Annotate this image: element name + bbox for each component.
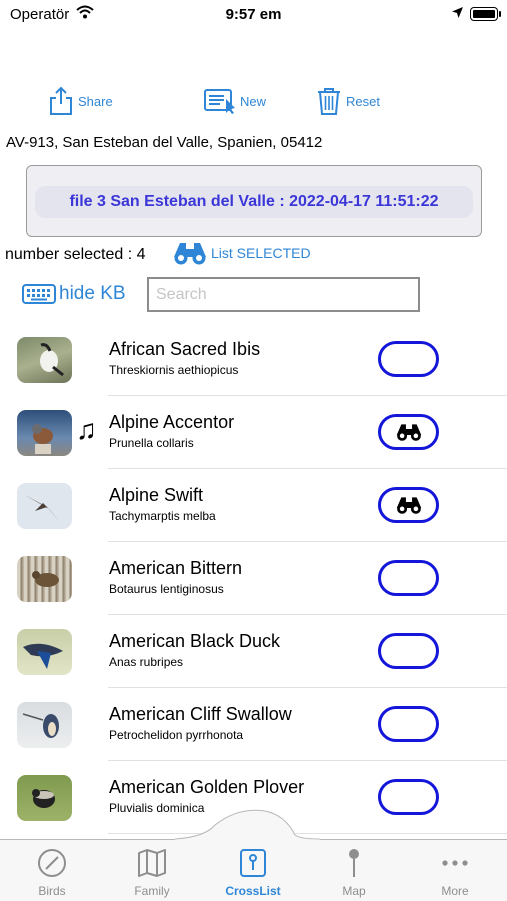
new-button[interactable]: New bbox=[204, 86, 266, 116]
list-item[interactable]: American Golden Plover Pluvialis dominic… bbox=[0, 761, 507, 834]
bird-scientific-name: Pluvialis dominica bbox=[109, 801, 205, 815]
bird-common-name: Alpine Accentor bbox=[109, 412, 235, 432]
file-info-box[interactable]: file 3 San Esteban del Valle : 2022-04-1… bbox=[26, 165, 482, 237]
new-document-icon bbox=[204, 89, 235, 114]
bird-common-name: American Black Duck bbox=[109, 631, 281, 651]
battery-icon bbox=[470, 7, 501, 21]
list-selected-button[interactable]: List SELECTED bbox=[173, 240, 311, 266]
list-selected-label: List SELECTED bbox=[211, 245, 311, 261]
bird-photo bbox=[17, 556, 72, 602]
reset-label: Reset bbox=[346, 93, 380, 109]
hide-keyboard-button[interactable]: hide KB bbox=[22, 283, 126, 305]
reset-button[interactable]: Reset bbox=[316, 86, 380, 116]
search-input[interactable] bbox=[147, 277, 420, 312]
bird-common-name: American Cliff Swallow bbox=[109, 704, 292, 724]
tab-map-label: Map bbox=[342, 884, 366, 898]
select-toggle[interactable] bbox=[378, 560, 439, 596]
tab-crosslist[interactable]: CrossList bbox=[203, 848, 303, 898]
status-bar: Operatör 9:57 em bbox=[0, 0, 507, 28]
location-arrow-icon bbox=[452, 7, 463, 18]
list-item[interactable]: American Black Duck Anas rubripes bbox=[0, 615, 507, 688]
map-pin-icon bbox=[349, 849, 359, 877]
bird-scientific-name: Botaurus lentiginosus bbox=[109, 582, 224, 596]
select-toggle[interactable] bbox=[378, 341, 439, 377]
bird-photo bbox=[17, 483, 72, 529]
trash-icon bbox=[318, 88, 340, 115]
hide-kb-label: hide KB bbox=[59, 283, 126, 304]
bird-common-name: Alpine Swift bbox=[109, 485, 204, 505]
bird-common-name: American Golden Plover bbox=[109, 777, 305, 797]
select-toggle[interactable] bbox=[378, 414, 439, 450]
tab-crosslist-label: CrossList bbox=[225, 884, 281, 898]
row-divider bbox=[108, 833, 507, 834]
map-book-icon bbox=[138, 849, 166, 877]
select-toggle[interactable] bbox=[378, 779, 439, 815]
bird-photo bbox=[17, 629, 72, 675]
list-item[interactable]: Alpine Swift Tachymarptis melba bbox=[0, 469, 507, 542]
tab-map[interactable]: Map bbox=[304, 848, 404, 898]
bird-scientific-name: Tachymarptis melba bbox=[109, 509, 216, 523]
bird-list[interactable]: African Sacred Ibis Threskiornis aethiop… bbox=[0, 323, 507, 834]
tab-family[interactable]: Family bbox=[102, 848, 202, 898]
bird-scientific-name: Anas rubripes bbox=[109, 655, 184, 669]
binoculars-icon bbox=[396, 497, 421, 514]
crosslist-icon bbox=[240, 849, 266, 877]
tab-family-label: Family bbox=[134, 884, 170, 898]
bird-scientific-name: Petrochelidon pyrrhonota bbox=[109, 728, 244, 742]
binoculars-icon bbox=[396, 424, 421, 441]
list-item[interactable]: African Sacred Ibis Threskiornis aethiop… bbox=[0, 323, 507, 396]
list-item[interactable]: ♫ Alpine Accentor Prunella collaris bbox=[0, 396, 507, 469]
tab-more[interactable]: More bbox=[405, 848, 505, 898]
bird-common-name: African Sacred Ibis bbox=[109, 339, 261, 359]
select-toggle[interactable] bbox=[378, 633, 439, 669]
bird-common-name: American Bittern bbox=[109, 558, 243, 578]
music-note-icon[interactable]: ♫ bbox=[76, 416, 97, 444]
clock: 9:57 em bbox=[225, 6, 282, 23]
binoculars-icon bbox=[174, 243, 206, 265]
number-selected-text: number selected : 4 bbox=[5, 246, 146, 263]
select-toggle[interactable] bbox=[378, 487, 439, 523]
more-dots-icon bbox=[442, 860, 468, 866]
new-label: New bbox=[240, 93, 267, 109]
tab-birds-label: Birds bbox=[38, 884, 66, 898]
compass-icon bbox=[38, 849, 66, 877]
bird-scientific-name: Prunella collaris bbox=[109, 436, 194, 450]
share-button[interactable]: Share bbox=[48, 86, 113, 116]
address-text: AV-913, San Esteban del Valle, Spanien, … bbox=[6, 134, 323, 151]
list-item[interactable]: American Bittern Botaurus lentiginosus bbox=[0, 542, 507, 615]
bird-scientific-name: Threskiornis aethiopicus bbox=[109, 363, 239, 377]
share-icon bbox=[50, 86, 72, 115]
select-toggle[interactable] bbox=[378, 706, 439, 742]
bird-photo bbox=[17, 702, 72, 748]
bird-photo bbox=[17, 775, 72, 821]
bird-photo bbox=[17, 410, 72, 456]
list-item[interactable]: American Cliff Swallow Petrochelidon pyr… bbox=[0, 688, 507, 761]
tab-birds[interactable]: Birds bbox=[2, 848, 102, 898]
file-label: file 3 San Esteban del Valle : 2022-04-1… bbox=[35, 186, 473, 218]
share-label: Share bbox=[78, 93, 113, 109]
keyboard-icon bbox=[22, 284, 56, 304]
tab-more-label: More bbox=[441, 884, 469, 898]
bird-photo bbox=[17, 337, 72, 383]
